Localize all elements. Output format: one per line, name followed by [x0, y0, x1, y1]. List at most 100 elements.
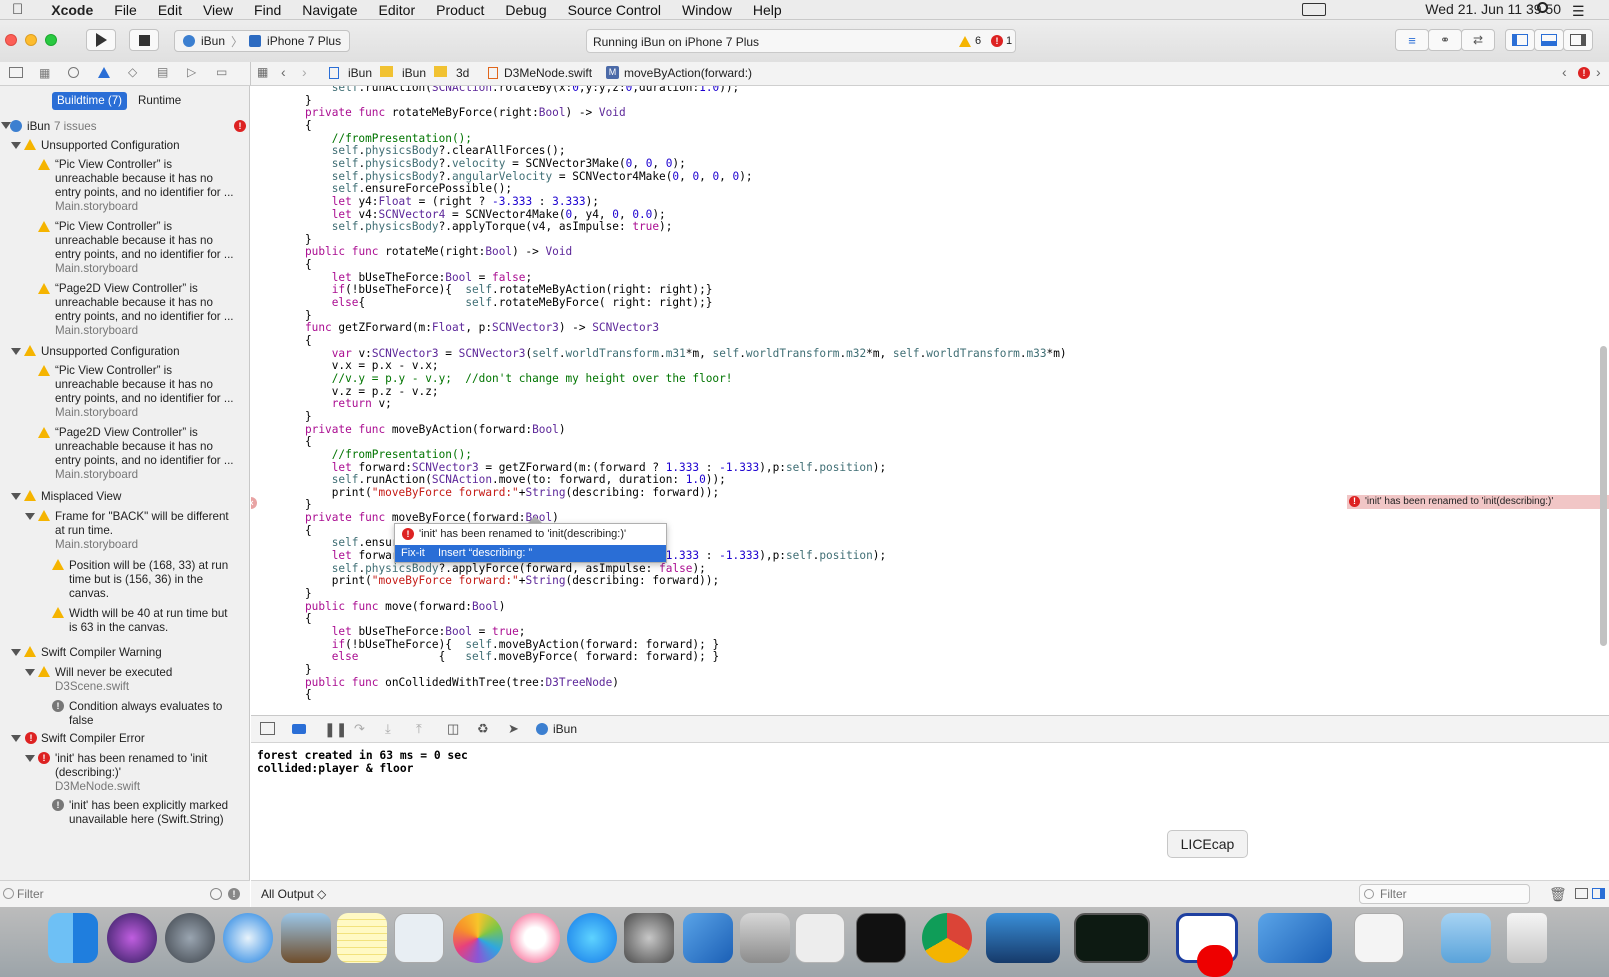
- code-line[interactable]: {: [305, 524, 312, 537]
- code-editor-icon[interactable]: [986, 913, 1060, 963]
- safari-icon[interactable]: [223, 913, 273, 963]
- system-preferences-icon[interactable]: [624, 913, 674, 963]
- code-line[interactable]: }: [305, 309, 312, 322]
- app-store-icon[interactable]: [567, 913, 617, 963]
- apple-menu-icon[interactable]: : [12, 1, 23, 18]
- disclosure-triangle-icon[interactable]: [25, 669, 35, 676]
- run-button[interactable]: [86, 29, 116, 51]
- siri-icon[interactable]: [107, 913, 157, 963]
- debug-target[interactable]: iBun: [553, 722, 577, 736]
- next-issue-icon[interactable]: ›: [1596, 64, 1601, 80]
- code-line[interactable]: {: [305, 688, 312, 701]
- code-line[interactable]: else { self.moveByForce( forward: forwar…: [305, 650, 719, 663]
- test-icon[interactable]: ◇: [128, 65, 137, 79]
- disclosure-triangle-icon[interactable]: [11, 649, 21, 656]
- issue-group-title[interactable]: Swift Compiler Error: [41, 732, 145, 746]
- disclosure-triangle-icon[interactable]: [25, 755, 35, 762]
- source-editor[interactable]: × self.runAction(SCNAction.rotateBy(x:0,…: [251, 86, 1609, 713]
- close-window-button[interactable]: [5, 34, 17, 46]
- crumb-file[interactable]: D3MeNode.swift: [504, 66, 592, 80]
- menu-app-name[interactable]: Xcode: [51, 2, 93, 18]
- menu-edit[interactable]: Edit: [158, 2, 182, 18]
- scheme-selector[interactable]: iBun 〉 iPhone 7 Plus: [174, 30, 351, 52]
- zoom-window-button[interactable]: [45, 34, 57, 46]
- standard-editor-button[interactable]: ≡: [1395, 29, 1429, 51]
- crumb-project[interactable]: iBun: [348, 66, 372, 80]
- code-line[interactable]: }: [305, 587, 312, 600]
- tab-runtime[interactable]: Runtime: [138, 94, 181, 107]
- code-line[interactable]: private func rotateMeByForce(right:Bool)…: [305, 106, 626, 119]
- inline-error-banner[interactable]: ! 'init' has been renamed to 'init(descr…: [1347, 495, 1609, 509]
- stop-button[interactable]: [129, 29, 159, 51]
- code-line[interactable]: //fromPresentation();: [305, 132, 472, 145]
- trash-icon[interactable]: [1507, 913, 1547, 963]
- activity-monitor-icon[interactable]: [1074, 913, 1150, 963]
- code-line[interactable]: self.runAction(SCNAction.rotateBy(x:0,y:…: [305, 86, 740, 94]
- activity-viewer[interactable]: Running iBun on iPhone 7 Plus 6 ! 1: [586, 29, 1016, 53]
- menu-help[interactable]: Help: [753, 2, 782, 18]
- spotlight-search-icon[interactable]: [1537, 2, 1548, 13]
- code-line[interactable]: self.physicsBody?.angularVelocity = SCNV…: [305, 170, 753, 183]
- code-line[interactable]: {: [305, 119, 312, 132]
- console-filter-input[interactable]: [1359, 884, 1530, 904]
- code-line[interactable]: }: [305, 498, 312, 511]
- airplay-icon[interactable]: [1302, 3, 1326, 16]
- issue-group-title[interactable]: Unsupported Configuration: [41, 345, 180, 359]
- find-icon[interactable]: [68, 67, 79, 78]
- menu-editor[interactable]: Editor: [379, 2, 416, 18]
- related-items-icon[interactable]: ▦: [257, 65, 268, 79]
- code-line[interactable]: self.physicsBody?.applyForce(forward, as…: [305, 562, 706, 575]
- xcode-icon[interactable]: [683, 913, 733, 963]
- downloads-folder-icon[interactable]: [1441, 913, 1491, 963]
- code-line[interactable]: {: [305, 435, 312, 448]
- tab-buildtime[interactable]: Buildtime (7): [52, 92, 127, 110]
- photos-icon[interactable]: [453, 913, 503, 963]
- folder-icon[interactable]: [9, 67, 23, 78]
- menu-debug[interactable]: Debug: [505, 2, 546, 18]
- code-line[interactable]: v.x = p.x - v.x;: [305, 359, 439, 372]
- symbol-icon[interactable]: ▦: [39, 66, 50, 80]
- notes-icon[interactable]: [337, 913, 387, 963]
- code-line[interactable]: let forward:SCNVector3 = getZForward(m:(…: [305, 461, 886, 474]
- code-line[interactable]: }: [305, 94, 312, 107]
- code-line[interactable]: public func rotateMe(right:Bool) -> Void: [305, 245, 572, 258]
- step-into-icon[interactable]: ⤓: [385, 721, 391, 737]
- code-line[interactable]: print("moveByForce forward:"+String(desc…: [305, 486, 719, 499]
- step-over-icon[interactable]: ↷: [354, 721, 365, 737]
- terminal-icon[interactable]: [856, 913, 906, 963]
- code-line[interactable]: let bUseTheForce:Bool = true;: [305, 625, 526, 638]
- code-line[interactable]: self.physicsBody?.clearAllForces();: [305, 144, 566, 157]
- issue-group-title[interactable]: Misplaced View: [41, 490, 121, 504]
- code-line[interactable]: let y4:Float = (right ? -3.333 : 3.333);: [305, 195, 599, 208]
- code-line[interactable]: print("moveByForce forward:"+String(desc…: [305, 574, 719, 587]
- code-line[interactable]: return v;: [305, 397, 392, 410]
- code-line[interactable]: let v4:SCNVector4 = SCNVector4Make(0, y4…: [305, 208, 666, 221]
- menu-source-control[interactable]: Source Control: [568, 2, 661, 18]
- toggle-navigator-button[interactable]: [1505, 29, 1535, 51]
- code-line[interactable]: //v.y = p.y - v.y; //don't change my hei…: [305, 372, 733, 385]
- code-line[interactable]: self.physicsBody?.applyTorque(v4, asImpu…: [305, 220, 673, 233]
- notification-center-icon[interactable]: ☰: [1572, 3, 1585, 20]
- keychain-access-icon[interactable]: [740, 913, 790, 963]
- code-line[interactable]: let bUseTheForce:Bool = false;: [305, 271, 532, 284]
- simulator-icon[interactable]: [1258, 913, 1332, 963]
- navigator-filter-input[interactable]: [17, 886, 197, 902]
- code-line[interactable]: //fromPresentation();: [305, 448, 472, 461]
- view-hierarchy-icon[interactable]: ◫: [447, 721, 459, 737]
- assistant-editor-button[interactable]: ⚭: [1428, 29, 1462, 51]
- script-editor-icon[interactable]: [795, 913, 845, 963]
- code-line[interactable]: else{ self.rotateMeByForce( right: right…: [305, 296, 713, 309]
- code-line[interactable]: self.ensureForcePossible();: [305, 182, 512, 195]
- memory-graph-icon[interactable]: ♻: [477, 721, 489, 737]
- version-editor-button[interactable]: ⇄: [1461, 29, 1495, 51]
- warning-count[interactable]: 6: [975, 35, 981, 47]
- issue-group-title[interactable]: Swift Compiler Warning: [41, 646, 162, 660]
- debug-icon[interactable]: ▤: [157, 65, 168, 79]
- report-icon[interactable]: ▭: [216, 65, 227, 79]
- code-line[interactable]: if(!bUseTheForce){ self.moveByAction(for…: [305, 638, 719, 651]
- issue-group-title[interactable]: Unsupported Configuration: [41, 139, 180, 153]
- disclosure-triangle-icon[interactable]: [11, 142, 21, 149]
- finder-icon[interactable]: [48, 913, 98, 963]
- minimize-window-button[interactable]: [25, 34, 37, 46]
- disclosure-triangle-icon[interactable]: [11, 735, 21, 742]
